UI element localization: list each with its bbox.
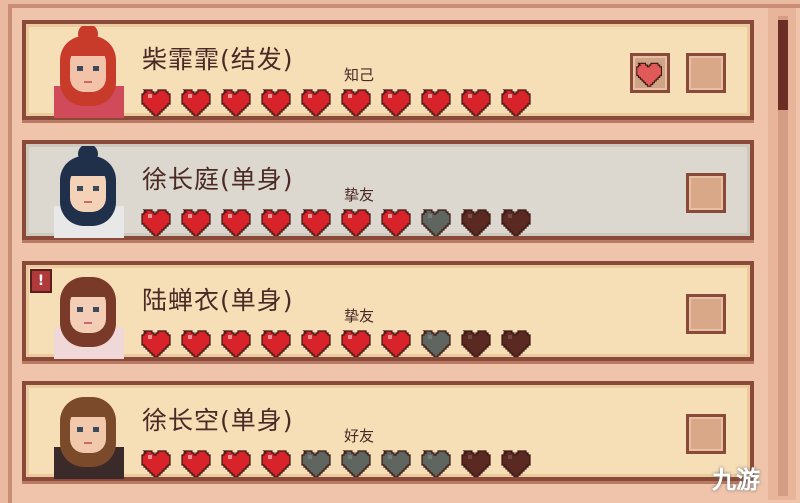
- heart-icon-full: [341, 209, 371, 236]
- heart-icon-full: [261, 209, 291, 236]
- heart-icon-full: [261, 450, 291, 477]
- heart-icon-full: [181, 330, 211, 357]
- heart-icon-full: [181, 89, 211, 116]
- character-portrait: [54, 26, 124, 118]
- heart-icon-full: [141, 209, 171, 236]
- watermark-logo: 九游: [712, 460, 760, 495]
- select-checkbox[interactable]: [686, 414, 726, 454]
- character-portrait: [54, 277, 124, 359]
- heart-icon-full: [141, 330, 171, 357]
- heart-icon-full: [341, 330, 371, 357]
- character-name: 柴霏霏(结发): [142, 45, 294, 74]
- heart-icon-full: [461, 89, 491, 116]
- character-card[interactable]: 徐长庭(单身) 挚友: [22, 140, 754, 240]
- heart-icon: [636, 62, 662, 87]
- heart-icon-full: [221, 450, 251, 477]
- character-name: 陆蝉衣(单身): [142, 286, 294, 315]
- heart-icon-grey: [381, 450, 411, 477]
- heart-icon-full: [381, 330, 411, 357]
- heart-icon-grey: [421, 209, 451, 236]
- relationship-status: 挚友: [344, 186, 375, 204]
- heart-icon-full: [301, 330, 331, 357]
- character-portrait: [54, 146, 124, 238]
- heart-icon-dark: [461, 330, 491, 357]
- heart-icon-dark: [461, 209, 491, 236]
- heart-icon-full: [301, 89, 331, 116]
- watermark-text: 九游: [712, 466, 760, 494]
- heart-icon-grey: [421, 330, 451, 357]
- scrollbar[interactable]: [768, 8, 796, 500]
- heart-icon-grey: [301, 450, 331, 477]
- heart-icon-dark: [461, 450, 491, 477]
- heart-icon-dark: [501, 330, 531, 357]
- favorite-heart-button[interactable]: [630, 53, 670, 93]
- relationship-status: 知己: [344, 66, 375, 84]
- heart-icon-grey: [421, 450, 451, 477]
- heart-icon-full: [501, 89, 531, 116]
- alert-icon: !: [30, 269, 52, 293]
- select-checkbox[interactable]: [686, 53, 726, 93]
- scroll-thumb[interactable]: [778, 20, 788, 110]
- character-card[interactable]: ! 陆蝉衣(单身) 挚友: [22, 261, 754, 361]
- heart-icon-full: [261, 330, 291, 357]
- heart-icon-dark: [501, 450, 531, 477]
- heart-icon-full: [261, 89, 291, 116]
- heart-icon-full: [181, 209, 211, 236]
- relationship-status: 挚友: [344, 307, 375, 325]
- heart-icon-full: [181, 450, 211, 477]
- heart-icon-dark: [501, 209, 531, 236]
- heart-icon-grey: [341, 450, 371, 477]
- character-name: 徐长庭(单身): [142, 165, 294, 194]
- character-card[interactable]: 徐长空(单身) 好友: [22, 381, 754, 481]
- character-portrait: [54, 397, 124, 479]
- heart-icon-full: [421, 89, 451, 116]
- select-checkbox[interactable]: [686, 294, 726, 334]
- heart-icon-full: [141, 450, 171, 477]
- heart-icon-full: [221, 330, 251, 357]
- heart-icon-full: [301, 209, 331, 236]
- heart-icon-full: [381, 89, 411, 116]
- relationship-status: 好友: [344, 427, 375, 445]
- heart-icon-full: [221, 89, 251, 116]
- heart-icon-full: [221, 209, 251, 236]
- character-card[interactable]: 柴霏霏(结发) 知己: [22, 20, 754, 120]
- heart-icon-full: [141, 89, 171, 116]
- heart-icon-full: [381, 209, 411, 236]
- select-checkbox[interactable]: [686, 173, 726, 213]
- character-name: 徐长空(单身): [142, 406, 294, 435]
- heart-icon-full: [341, 89, 371, 116]
